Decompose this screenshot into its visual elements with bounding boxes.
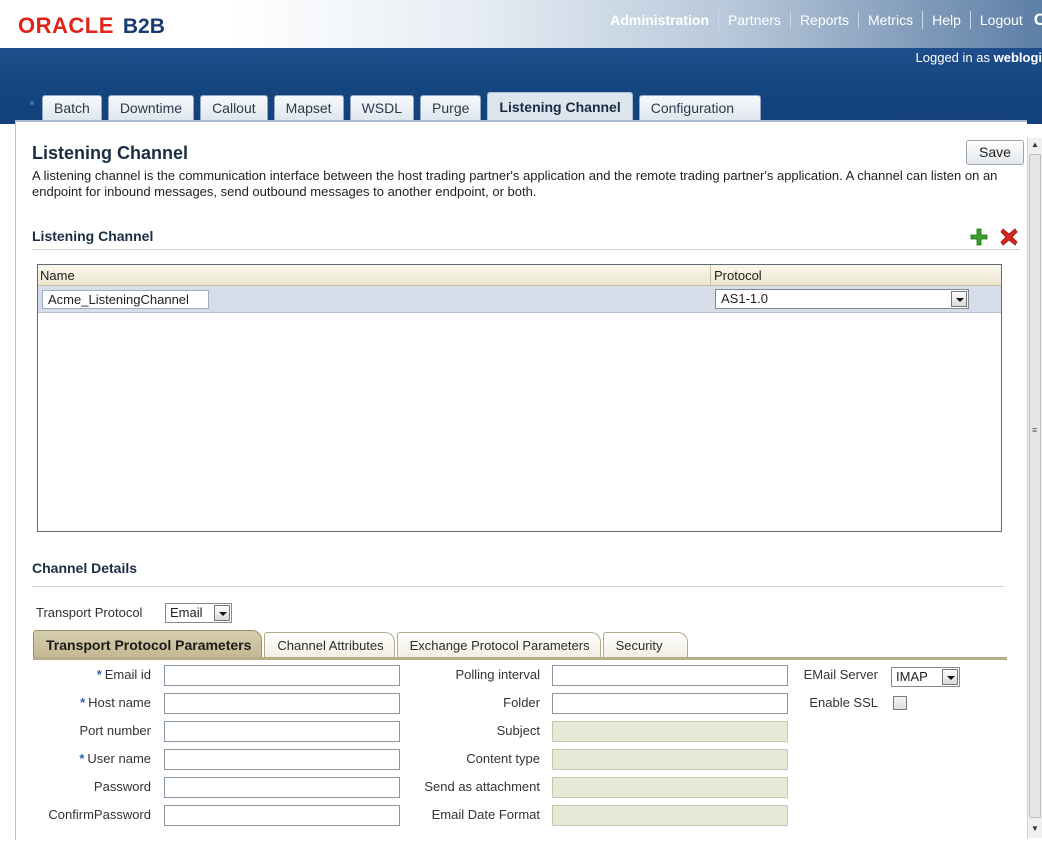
tab-purge[interactable]: Purge [420, 95, 482, 120]
subtab-exchange-protocol-parameters[interactable]: Exchange Protocol Parameters [396, 632, 601, 658]
delete-icon[interactable] [1000, 228, 1018, 246]
chevron-down-icon[interactable] [951, 291, 967, 307]
port-number-label: Port number [79, 723, 151, 738]
product-name: B2B [122, 15, 165, 38]
column-header-name[interactable]: Name [40, 268, 75, 283]
subtab-underline [33, 657, 1007, 660]
required-marker: * [96, 667, 102, 682]
email-date-format-input [552, 805, 788, 826]
send-as-attachment-input [552, 777, 788, 798]
column-divider [710, 265, 711, 286]
polling-interval-input[interactable] [552, 665, 788, 686]
email-date-format-label: Email Date Format [431, 807, 540, 822]
global-nav: Administration Partners Reports Metrics … [601, 10, 1042, 30]
column-header-protocol[interactable]: Protocol [714, 268, 762, 283]
channel-name-input[interactable]: Acme_ListeningChannel [42, 290, 209, 309]
subject-input [552, 721, 788, 742]
save-button[interactable]: Save [966, 140, 1024, 165]
enable-ssl-checkbox[interactable] [893, 696, 907, 710]
tab-configuration[interactable]: Configuration [638, 95, 762, 120]
chevron-down-icon[interactable] [942, 669, 958, 685]
email-server-label: EMail Server [803, 667, 878, 682]
content-type-input [552, 749, 788, 770]
subtab-transport-protocol-parameters[interactable]: Transport Protocol Parameters [33, 630, 263, 658]
section-divider [32, 249, 1020, 250]
listening-channel-table: Name Protocol Acme_ListeningChannel AS1-… [37, 264, 1002, 532]
tab-listening-channel[interactable]: Listening Channel [487, 92, 633, 120]
user-name-label: * User name [79, 751, 151, 766]
host-name-label: * Host name [80, 695, 151, 710]
email-id-label-text: Email id [104, 667, 151, 682]
folder-label: Folder [503, 695, 540, 710]
content-type-label: Content type [466, 751, 540, 766]
email-id-input[interactable] [164, 665, 400, 686]
nav-administration[interactable]: Administration [601, 11, 720, 29]
scroll-grip-icon: ≡ [1032, 425, 1038, 435]
tab-batch[interactable]: Batch [42, 95, 102, 120]
logged-in-user: weblogi [993, 50, 1042, 65]
logged-in-status: Logged in as weblogi [916, 50, 1042, 65]
protocol-select[interactable]: AS1-1.0 [715, 289, 969, 309]
scroll-thumb[interactable] [1029, 154, 1041, 818]
email-server-select[interactable]: IMAP [891, 667, 960, 687]
add-icon[interactable] [970, 228, 988, 246]
nav-metrics[interactable]: Metrics [859, 11, 924, 29]
nav-logout[interactable]: Logout [971, 11, 1032, 29]
page-title: Listening Channel [32, 143, 189, 163]
required-marker: * [80, 695, 86, 710]
transport-protocol-label: Transport Protocol [36, 605, 143, 620]
table-row[interactable]: Acme_ListeningChannel AS1-1.0 [38, 286, 1001, 313]
nav-help[interactable]: Help [923, 11, 971, 29]
admin-tabs: Batch Downtime Callout Mapset WSDL Purge… [42, 92, 767, 120]
chevron-down-icon[interactable] [214, 605, 230, 621]
transport-protocol-value: Email [170, 605, 203, 620]
subtab-security[interactable]: Security [602, 632, 688, 658]
confirm-password-input[interactable] [164, 805, 400, 826]
scroll-up-icon[interactable]: ▲ [1031, 140, 1039, 149]
email-server-value: IMAP [896, 669, 928, 684]
details-divider [32, 586, 1004, 587]
subject-label: Subject [496, 723, 540, 738]
enable-ssl-label: Enable SSL [809, 695, 878, 710]
page-description: A listening channel is the communication… [32, 168, 998, 199]
table-header: Name Protocol [38, 265, 1001, 286]
header-bar: ORACLE B2B Administration Partners Repor… [0, 0, 1042, 48]
nav-partners[interactable]: Partners [719, 11, 791, 29]
user-name-input[interactable] [164, 749, 400, 770]
oracle-logo-text: ORACLE [18, 13, 114, 38]
nav-reports[interactable]: Reports [791, 11, 859, 29]
detail-subtabs: Transport Protocol Parameters Channel At… [33, 630, 690, 658]
protocol-select-value: AS1-1.0 [721, 291, 768, 306]
tab-downtime[interactable]: Downtime [107, 95, 195, 120]
tab-wsdl[interactable]: WSDL [349, 95, 415, 120]
host-name-input[interactable] [164, 693, 400, 714]
user-name-label-text: User name [87, 751, 151, 766]
password-input[interactable] [164, 777, 400, 798]
polling-interval-label: Polling interval [455, 667, 540, 682]
required-marker: * [79, 751, 85, 766]
channel-details-heading: Channel Details [32, 560, 138, 576]
confirm-password-label: ConfirmPassword [48, 807, 151, 822]
tab-callout[interactable]: Callout [200, 95, 268, 120]
search-icon[interactable]: C [1034, 10, 1042, 30]
send-as-attachment-label: Send as attachment [424, 779, 540, 794]
password-label: Password [93, 779, 151, 794]
transport-protocol-select[interactable]: Email [165, 603, 232, 623]
brand-logo: ORACLE B2B [18, 13, 165, 39]
email-id-label: * Email id [97, 667, 151, 682]
port-number-input[interactable] [164, 721, 400, 742]
listening-channel-heading: Listening Channel [32, 228, 154, 244]
tab-scroll-marker [30, 101, 34, 105]
scroll-down-icon[interactable]: ▼ [1031, 824, 1039, 833]
folder-input[interactable] [552, 693, 788, 714]
vertical-scrollbar[interactable]: ▲ ≡ ▼ [1027, 138, 1042, 838]
subtab-channel-attributes[interactable]: Channel Attributes [264, 632, 395, 658]
host-name-label-text: Host name [88, 695, 151, 710]
logged-in-prefix: Logged in as [915, 50, 994, 65]
tab-mapset[interactable]: Mapset [273, 95, 344, 120]
